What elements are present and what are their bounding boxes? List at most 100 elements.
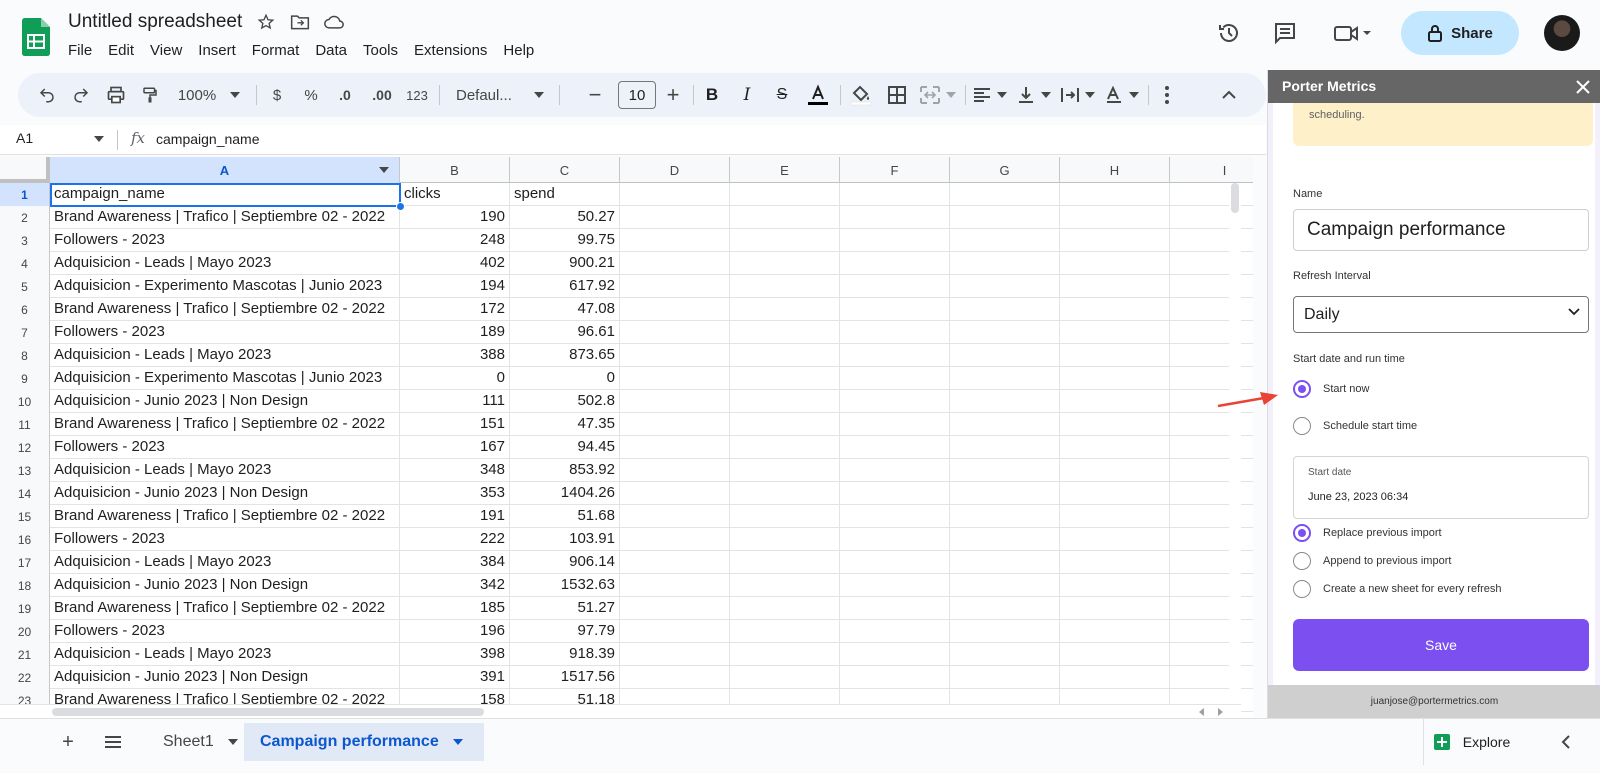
zoom-select[interactable]: 100% (170, 80, 248, 110)
grid-cell[interactable]: 384 (400, 551, 510, 574)
grid-cell[interactable] (950, 229, 1060, 252)
share-button[interactable]: Share (1401, 11, 1519, 55)
row-header[interactable]: 18 (0, 574, 50, 597)
grid-cell[interactable] (1060, 643, 1170, 666)
grid-cell[interactable] (840, 344, 950, 367)
column-header-d[interactable]: D (620, 157, 730, 183)
row-header[interactable]: 7 (0, 321, 50, 344)
column-header-i[interactable]: I (1170, 157, 1253, 183)
grid-cell[interactable] (730, 229, 840, 252)
grid-cell[interactable] (840, 206, 950, 229)
row-header[interactable]: 21 (0, 643, 50, 666)
grid-cell[interactable] (840, 597, 950, 620)
menu-help[interactable]: Help (495, 40, 542, 61)
grid-cell[interactable]: 222 (400, 528, 510, 551)
grid-cell[interactable]: Adquisicion - Leads | Mayo 2023 (50, 643, 400, 666)
grid-cell[interactable] (1060, 666, 1170, 689)
column-header-b[interactable]: B (400, 157, 510, 183)
avatar[interactable] (1544, 15, 1580, 51)
increase-font-size-icon[interactable]: + (660, 80, 686, 110)
grid-cell[interactable]: 151 (400, 413, 510, 436)
grid-cell[interactable]: Adquisicion - Experimento Mascotas | Jun… (50, 367, 400, 390)
grid-cell[interactable] (730, 597, 840, 620)
grid-cell[interactable] (1060, 183, 1170, 206)
schedule-start-option[interactable]: Schedule start time (1293, 417, 1417, 435)
decrease-decimal-button[interactable]: .0 (330, 80, 360, 110)
grid-cell[interactable] (1060, 597, 1170, 620)
grid-cell[interactable] (1060, 551, 1170, 574)
grid-cell[interactable] (950, 275, 1060, 298)
chevron-left-icon[interactable] (1553, 729, 1579, 755)
radio-button[interactable] (1293, 380, 1311, 398)
grid-cell[interactable] (730, 367, 840, 390)
italic-icon[interactable]: I (734, 80, 760, 110)
grid-cell[interactable] (1060, 528, 1170, 551)
grid-cell[interactable]: 391 (400, 666, 510, 689)
grid-cell[interactable] (730, 528, 840, 551)
grid-cell[interactable] (730, 666, 840, 689)
vertical-scrollbar[interactable] (1229, 183, 1241, 717)
grid-cell[interactable] (950, 551, 1060, 574)
grid-cell[interactable]: 1404.26 (510, 482, 620, 505)
grid-cell[interactable] (730, 298, 840, 321)
radio-button[interactable] (1293, 552, 1311, 570)
row-header[interactable]: 22 (0, 666, 50, 689)
grid-cell[interactable] (730, 275, 840, 298)
grid-cell[interactable]: Brand Awareness | Trafico | Septiembre 0… (50, 206, 400, 229)
grid-cell[interactable] (1060, 298, 1170, 321)
grid-cell[interactable] (950, 367, 1060, 390)
grid-cell[interactable]: 189 (400, 321, 510, 344)
grid-cell[interactable] (950, 597, 1060, 620)
grid-cell[interactable] (1060, 275, 1170, 298)
grid-cell[interactable] (620, 574, 730, 597)
row-header[interactable]: 15 (0, 505, 50, 528)
comments-icon[interactable] (1272, 20, 1298, 46)
grid-cell[interactable] (620, 482, 730, 505)
grid-cell[interactable] (620, 459, 730, 482)
grid-cell[interactable] (950, 206, 1060, 229)
grid-cell[interactable]: 502.8 (510, 390, 620, 413)
more-formats-button[interactable]: 123 (402, 80, 432, 110)
grid-cell[interactable]: Brand Awareness | Trafico | Septiembre 0… (50, 298, 400, 321)
grid-cell[interactable] (730, 183, 840, 206)
grid-cell[interactable] (840, 275, 950, 298)
grid-cell[interactable] (840, 482, 950, 505)
grid-cell[interactable]: 167 (400, 436, 510, 459)
formula-input[interactable]: campaign_name (156, 131, 260, 147)
grid-cell[interactable]: 103.91 (510, 528, 620, 551)
document-title[interactable]: Untitled spreadsheet (68, 11, 242, 33)
version-history-icon[interactable] (1216, 20, 1242, 46)
menu-format[interactable]: Format (244, 40, 308, 61)
scroll-left-icon[interactable] (1198, 708, 1206, 716)
spreadsheet-grid[interactable]: A B C D E F G H I 1 campaign_name clicks sp… (0, 157, 1253, 717)
fill-handle[interactable] (396, 202, 405, 211)
grid-cell[interactable] (1060, 413, 1170, 436)
grid-cell[interactable]: 172 (400, 298, 510, 321)
refresh-interval-select[interactable]: Daily (1293, 296, 1589, 333)
grid-cell[interactable] (840, 229, 950, 252)
grid-cell[interactable]: 97.79 (510, 620, 620, 643)
grid-cell[interactable]: 190 (400, 206, 510, 229)
row-header[interactable]: 5 (0, 275, 50, 298)
grid-cell[interactable]: spend (510, 183, 620, 206)
grid-cell[interactable] (730, 505, 840, 528)
grid-cell[interactable] (1060, 459, 1170, 482)
row-header[interactable]: 20 (0, 620, 50, 643)
grid-cell[interactable]: 185 (400, 597, 510, 620)
grid-cell[interactable]: campaign_name (50, 183, 400, 206)
sheet-tab-campaign-performance[interactable]: Campaign performance (244, 723, 484, 761)
start-now-option[interactable]: Start now (1293, 380, 1369, 398)
grid-cell[interactable]: 96.61 (510, 321, 620, 344)
grid-cell[interactable] (950, 344, 1060, 367)
grid-cell[interactable]: Brand Awareness | Trafico | Septiembre 0… (50, 505, 400, 528)
grid-cell[interactable] (840, 459, 950, 482)
undo-icon[interactable] (34, 80, 60, 110)
grid-cell[interactable]: Followers - 2023 (50, 620, 400, 643)
save-button[interactable]: Save (1293, 619, 1589, 671)
grid-cell[interactable] (620, 620, 730, 643)
row-header[interactable]: 12 (0, 436, 50, 459)
grid-cell[interactable] (950, 413, 1060, 436)
grid-cell[interactable] (840, 551, 950, 574)
add-sheet-icon[interactable]: + (55, 729, 81, 755)
strikethrough-icon[interactable]: S (769, 80, 795, 110)
